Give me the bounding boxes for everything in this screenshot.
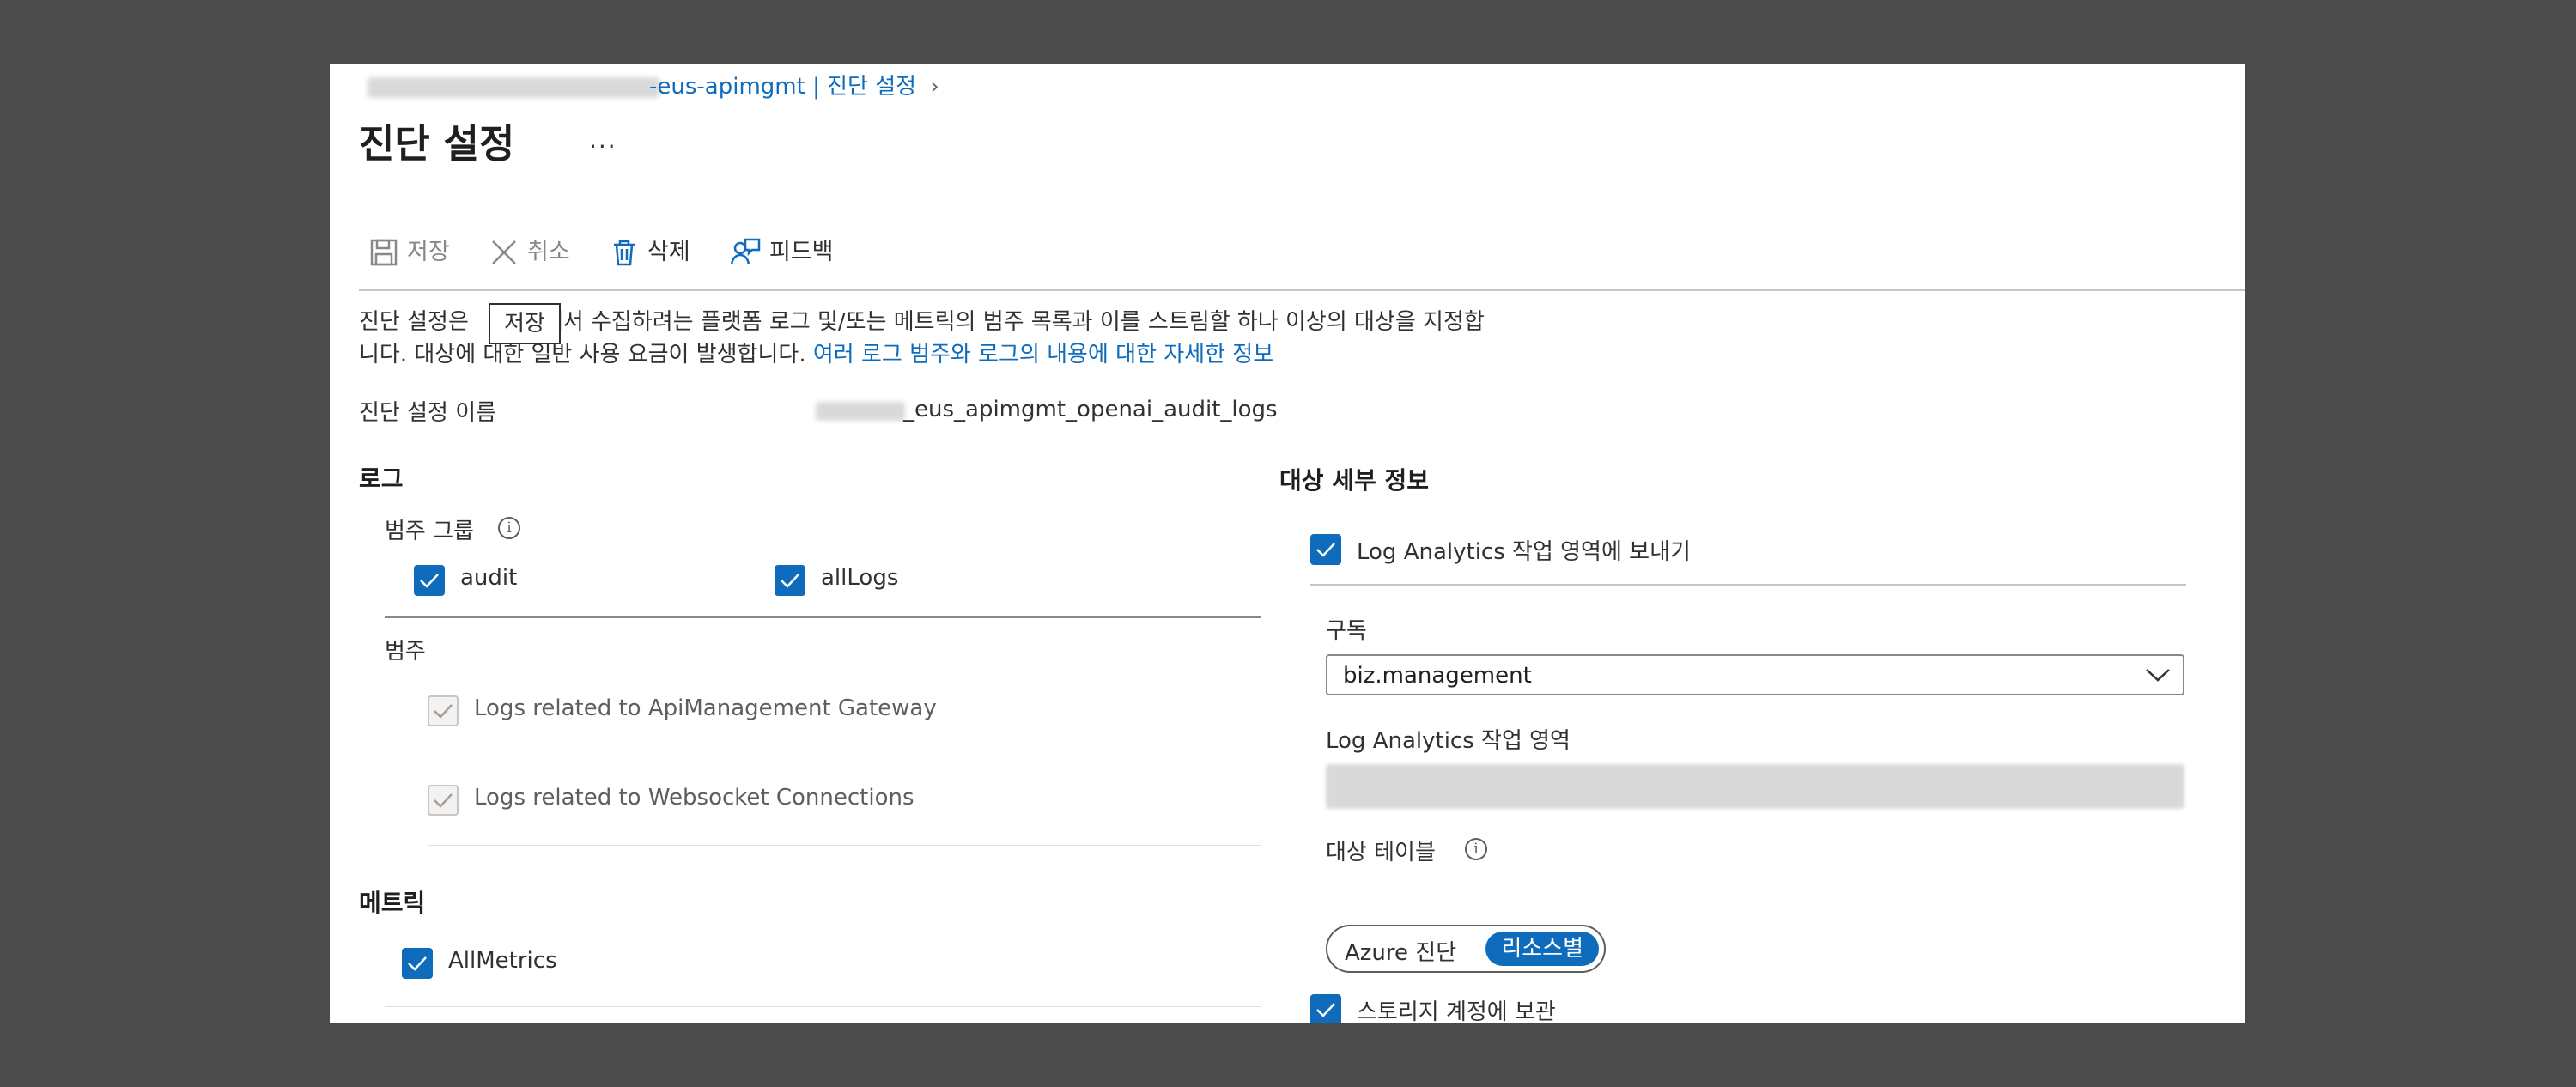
more-options-button[interactable]: ···: [589, 132, 617, 161]
description-prefix: 진단 설정은: [359, 309, 469, 335]
toggle-option-azure-diagnostics[interactable]: Azure 진단: [1345, 935, 1456, 967]
checkmark-icon: [1316, 543, 1335, 557]
workspace-dropdown-redacted[interactable]: [1326, 764, 2184, 809]
close-icon: [492, 240, 516, 264]
checkmark-icon: [420, 574, 439, 588]
breadcrumb: -eus-apimgmt | 진단 설정 ›: [649, 74, 939, 100]
destination-table-info-icon[interactable]: i: [1465, 838, 1487, 860]
checkmark-icon: [434, 793, 453, 808]
alllogs-checkbox[interactable]: [775, 565, 805, 596]
destination-table-label: 대상 테이블: [1326, 840, 1436, 865]
save-label: 저장: [407, 239, 450, 265]
allmetrics-label: AllMetrics: [448, 948, 557, 974]
save-icon: [370, 239, 398, 266]
feedback-icon: [730, 238, 761, 265]
category-groups-info-icon[interactable]: i: [498, 517, 520, 539]
logs-divider: [385, 616, 1261, 618]
apimanagement-gateway-checkbox[interactable]: [428, 695, 459, 726]
trash-icon: [614, 240, 635, 266]
send-to-log-analytics-checkbox[interactable]: [1310, 534, 1341, 565]
cancel-label: 취소: [527, 239, 570, 265]
destination-divider: [1310, 584, 2186, 586]
breadcrumb-separator: |: [812, 74, 820, 100]
cancel-button[interactable]: 취소: [489, 237, 570, 268]
learn-more-link[interactable]: 여러 로그 범주와 로그의 내용에 대한 자세한 정보: [813, 342, 1273, 367]
chevron-down-icon: [2146, 669, 2170, 682]
subscription-value: biz.management: [1343, 663, 1532, 689]
workspace-label: Log Analytics 작업 영역: [1326, 728, 1571, 754]
send-to-log-analytics-label: Log Analytics 작업 영역에 보내기: [1357, 539, 1691, 565]
delete-button[interactable]: 삭제: [610, 237, 690, 268]
metrics-divider: [385, 1006, 1261, 1007]
checkmark-icon: [781, 574, 799, 588]
audit-checkbox[interactable]: [414, 565, 445, 596]
setting-name-label: 진단 설정 이름: [359, 400, 497, 426]
page-title: 진단 설정: [359, 121, 515, 167]
allmetrics-checkbox[interactable]: [402, 948, 433, 979]
categories-label: 범주: [385, 639, 426, 665]
toolbar-divider: [359, 289, 2245, 291]
subscription-dropdown[interactable]: biz.management: [1326, 654, 2184, 695]
description-line-2-text: 니다. 대상에 대한 일반 사용 요금이 발생합니다.: [359, 342, 806, 367]
feedback-label: 피드백: [769, 239, 834, 265]
breadcrumb-current[interactable]: 진단 설정: [827, 74, 916, 100]
feedback-button[interactable]: 피드백: [730, 237, 834, 268]
redacted-resource-name: [368, 77, 659, 98]
delete-label: 삭제: [647, 239, 690, 265]
redacted-name-prefix: [816, 402, 905, 421]
save-tooltip: 저장: [489, 303, 561, 344]
websocket-connections-label: Logs related to Websocket Connections: [474, 785, 914, 811]
websocket-connections-checkbox[interactable]: [428, 785, 459, 816]
category-row-divider: [428, 845, 1261, 846]
destination-table-toggle[interactable]: Azure 진단 리소스별: [1326, 925, 1606, 973]
checkmark-icon: [434, 704, 453, 719]
toggle-option-resource-specific[interactable]: 리소스별: [1485, 932, 1599, 966]
logs-heading: 로그: [359, 465, 404, 493]
checkmark-icon: [408, 956, 427, 971]
category-groups-label: 범주 그룹: [385, 519, 474, 544]
breadcrumb-resource-link[interactable]: -eus-apimgmt: [649, 74, 805, 100]
diagnostic-settings-panel: -eus-apimgmt | 진단 설정 › 진단 설정 ··· 저장 취소 삭…: [330, 64, 2245, 1023]
description-rest: 에서 수집하려는 플랫폼 로그 및/또는 메트릭의 범주 목록과 이를 스트림할…: [542, 309, 1485, 335]
archive-storage-label: 스토리지 계정에 보관: [1357, 999, 1556, 1023]
destination-heading: 대상 세부 정보: [1279, 466, 1430, 495]
alllogs-label: allLogs: [821, 565, 899, 591]
metrics-heading: 메트릭: [359, 889, 426, 917]
audit-label: audit: [460, 565, 518, 591]
archive-storage-checkbox[interactable]: [1310, 994, 1341, 1023]
breadcrumb-chevron-icon: ›: [930, 74, 939, 100]
checkmark-icon: [1316, 1003, 1335, 1017]
setting-name-value: _eus_apimgmt_openai_audit_logs: [903, 397, 1278, 422]
save-button[interactable]: 저장: [369, 237, 450, 268]
subscription-label: 구독: [1326, 618, 1367, 644]
apimanagement-gateway-label: Logs related to ApiManagement Gateway: [474, 695, 937, 721]
